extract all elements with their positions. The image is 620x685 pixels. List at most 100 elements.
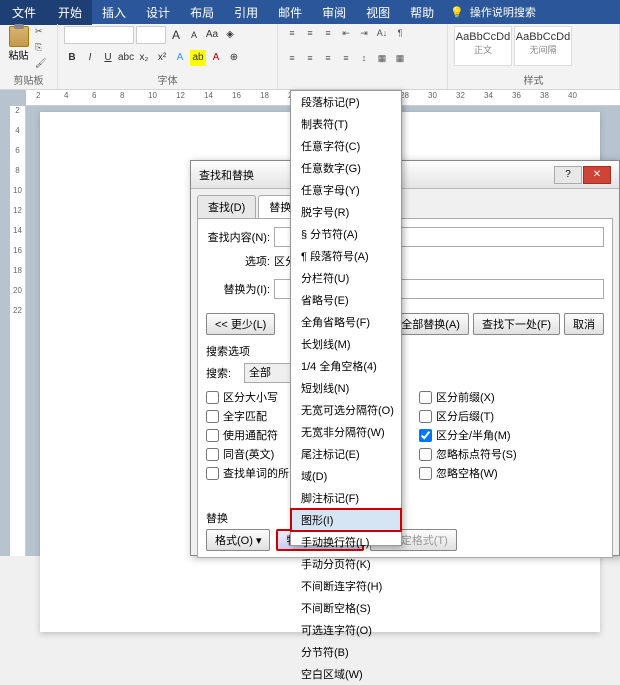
help-button[interactable]: ? [554, 166, 582, 184]
special-menu-item[interactable]: 制表符(T) [291, 113, 401, 135]
tab-references[interactable]: 引用 [224, 0, 268, 25]
special-menu-item[interactable]: 任意字符(C) [291, 135, 401, 157]
special-menu-item[interactable]: 脚注标记(F) [291, 487, 401, 509]
bullet-list-icon[interactable]: ≡ [284, 26, 300, 40]
show-marks-icon[interactable]: ¶ [392, 26, 408, 40]
close-button[interactable]: ✕ [583, 166, 611, 184]
cancel-button[interactable]: 取消 [564, 313, 604, 335]
multilevel-icon[interactable]: ≡ [320, 26, 336, 40]
chk-halfwidth[interactable] [419, 429, 432, 442]
chk-prefix[interactable] [419, 391, 432, 404]
shrink-font-icon[interactable]: A [186, 27, 202, 43]
special-menu-item[interactable]: 全角省略号(F) [291, 311, 401, 333]
copy-icon[interactable]: ⎘ [35, 42, 51, 56]
tab-design[interactable]: 设计 [136, 0, 180, 25]
special-menu-item[interactable]: 不间断连字符(H) [291, 575, 401, 597]
font-size-select[interactable] [136, 26, 166, 44]
tab-home[interactable]: 开始 [48, 0, 92, 25]
special-menu-item[interactable]: 手动换行符(L) [291, 531, 401, 553]
bold-button[interactable]: B [64, 50, 80, 66]
chk-whole-word[interactable] [206, 410, 219, 423]
dialog-titlebar[interactable]: 查找和替换 ? ✕ [191, 161, 619, 189]
vertical-ruler[interactable]: 246810121416182022 [10, 106, 26, 556]
special-menu-item[interactable]: ¶ 段落符号(A) [291, 245, 401, 267]
format-button[interactable]: 格式(O) ▾ [206, 529, 270, 551]
special-menu-item[interactable]: 可选连字符(O) [291, 619, 401, 641]
paste-button[interactable]: 粘贴 [6, 26, 31, 62]
font-color-icon[interactable]: A [208, 50, 224, 66]
align-right-icon[interactable]: ≡ [320, 51, 336, 65]
tab-layout[interactable]: 布局 [180, 0, 224, 25]
change-case-icon[interactable]: Aa [204, 27, 220, 43]
chk-ignore-space[interactable] [419, 467, 432, 480]
chk-word-forms[interactable] [206, 467, 219, 480]
special-menu-item[interactable]: § 分节符(A) [291, 223, 401, 245]
style-preview: AaBbCcDd [515, 31, 571, 43]
format-painter-icon[interactable]: 🖌 [35, 58, 51, 72]
style-nospacing[interactable]: AaBbCcDd 无间隔 [514, 26, 572, 66]
special-menu-item[interactable]: 域(D) [291, 465, 401, 487]
special-menu-item[interactable]: 任意字母(Y) [291, 179, 401, 201]
special-menu-item[interactable]: 尾注标记(E) [291, 443, 401, 465]
tell-me-search[interactable]: 操作说明搜索 [470, 4, 536, 20]
tab-review[interactable]: 审阅 [312, 0, 356, 25]
clear-format-icon[interactable]: ◈ [222, 27, 238, 43]
special-menu-item[interactable]: 脱字号(R) [291, 201, 401, 223]
special-menu-item[interactable]: 无宽非分隔符(W) [291, 421, 401, 443]
chk-sounds-like[interactable] [206, 448, 219, 461]
grow-font-icon[interactable]: A [168, 27, 184, 43]
strikethrough-button[interactable]: abc [118, 50, 134, 66]
less-button[interactable]: << 更少(L) [206, 313, 275, 335]
special-menu-item[interactable]: 分节符(B) [291, 641, 401, 663]
search-dir-label: 搜索: [206, 365, 240, 381]
special-menu-item[interactable]: 1/4 全角空格(4) [291, 355, 401, 377]
special-menu-item[interactable]: 空白区域(W) [291, 663, 401, 685]
tab-view[interactable]: 视图 [356, 0, 400, 25]
borders-icon[interactable]: ▦ [392, 51, 408, 65]
line-spacing-icon[interactable]: ↕ [356, 51, 372, 65]
chk-wildcards[interactable] [206, 429, 219, 442]
align-left-icon[interactable]: ≡ [284, 51, 300, 65]
chk-ignore-punct[interactable] [419, 448, 432, 461]
tab-file[interactable]: 文件 [0, 0, 48, 25]
subscript-button[interactable]: x₂ [136, 50, 152, 66]
special-menu-item[interactable]: 无宽可选分隔符(O) [291, 399, 401, 421]
decrease-indent-icon[interactable]: ⇤ [338, 26, 354, 40]
find-next-button[interactable]: 查找下一处(F) [473, 313, 560, 335]
tab-help[interactable]: 帮助 [400, 0, 444, 25]
chk-suffix[interactable] [419, 410, 432, 423]
dialog-body: 查找内容(N): 选项: 区分 替换为(I): << 更少(L) 替换(R) 全… [197, 218, 613, 558]
special-menu-item[interactable]: 分栏符(U) [291, 267, 401, 289]
highlight-icon[interactable]: ab [190, 50, 206, 66]
tab-insert[interactable]: 插入 [92, 0, 136, 25]
superscript-button[interactable]: x² [154, 50, 170, 66]
special-menu-item[interactable]: 短划线(N) [291, 377, 401, 399]
find-replace-dialog: 查找和替换 ? ✕ 查找(D) 替换(P) 查找内容(N): 选项: 区分 替换… [190, 160, 620, 556]
special-menu-item[interactable]: 任意数字(G) [291, 157, 401, 179]
replace-all-button[interactable]: 全部替换(A) [392, 313, 469, 335]
font-family-select[interactable] [64, 26, 134, 44]
chk-match-case[interactable] [206, 391, 219, 404]
cut-icon[interactable]: ✂ [35, 26, 51, 40]
shading-icon[interactable]: ▦ [374, 51, 390, 65]
special-menu-item[interactable]: 图形(I) [291, 509, 401, 531]
phonetic-icon[interactable]: ⊕ [226, 50, 242, 66]
number-list-icon[interactable]: ≡ [302, 26, 318, 40]
special-menu-item[interactable]: 长划线(M) [291, 333, 401, 355]
underline-button[interactable]: U [100, 50, 116, 66]
tab-mailings[interactable]: 邮件 [268, 0, 312, 25]
italic-button[interactable]: I [82, 50, 98, 66]
special-menu-item[interactable]: 手动分页符(K) [291, 553, 401, 575]
tab-find[interactable]: 查找(D) [197, 195, 256, 218]
justify-icon[interactable]: ≡ [338, 51, 354, 65]
special-menu-item[interactable]: 省略号(E) [291, 289, 401, 311]
style-normal[interactable]: AaBbCcDd 正文 [454, 26, 512, 66]
text-effects-icon[interactable]: A [172, 50, 188, 66]
sort-icon[interactable]: A↓ [374, 26, 390, 40]
special-menu-item[interactable]: 段落标记(P) [291, 91, 401, 113]
align-center-icon[interactable]: ≡ [302, 51, 318, 65]
special-menu-item[interactable]: 不间断空格(S) [291, 597, 401, 619]
chk-punct-label: 忽略标点符号(S) [436, 446, 517, 462]
ribbon-tabs: 文件 开始 插入 设计 布局 引用 邮件 审阅 视图 帮助 💡 操作说明搜索 [0, 0, 620, 24]
increase-indent-icon[interactable]: ⇥ [356, 26, 372, 40]
